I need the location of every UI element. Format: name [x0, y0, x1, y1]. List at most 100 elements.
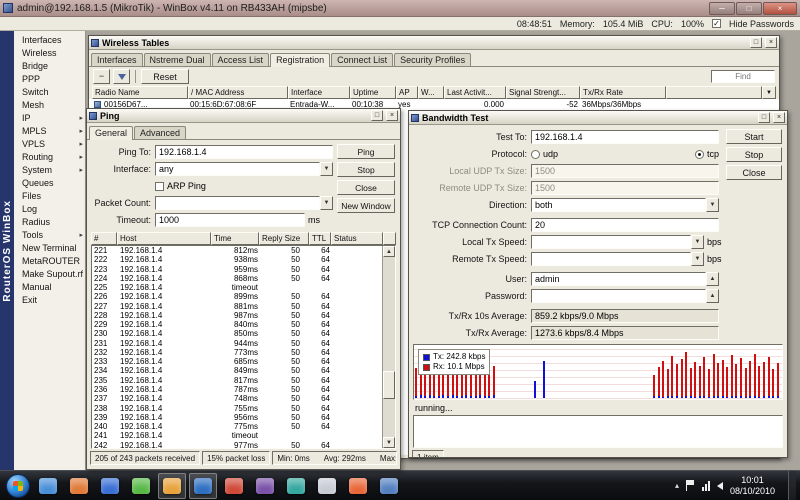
tab-general[interactable]: General — [89, 126, 133, 140]
taskbar-icon-5[interactable] — [158, 473, 186, 499]
ping-stop-button[interactable]: Stop — [337, 162, 395, 177]
taskbar-icon-2[interactable] — [65, 473, 93, 499]
column-host[interactable]: Host — [117, 232, 211, 245]
sidebar-item-routing[interactable]: Routing▸ — [14, 150, 85, 163]
minimize-button[interactable]: ─ — [709, 2, 735, 15]
sidebar-item-manual[interactable]: Manual — [14, 280, 85, 293]
sidebar-item-radius[interactable]: Radius — [14, 215, 85, 228]
ping-result-row[interactable]: 223192.168.1.4959ms5064 — [92, 265, 382, 274]
sidebar-item-mesh[interactable]: Mesh — [14, 98, 85, 111]
ping-result-row[interactable]: 224192.168.1.4868ms5064 — [92, 274, 382, 283]
ping-result-row[interactable]: 228192.168.1.4987ms5064 — [92, 311, 382, 320]
ping-result-row[interactable]: 234192.168.1.4849ms5064 — [92, 366, 382, 375]
test-to-input[interactable]: 192.168.1.4 — [531, 130, 719, 144]
tab-connect-list[interactable]: Connect List — [331, 53, 393, 66]
bandwidth-start-button[interactable]: Start — [726, 129, 782, 144]
sidebar-item-files[interactable]: Files — [14, 189, 85, 202]
sidebar-item-metarouter[interactable]: MetaROUTER — [14, 254, 85, 267]
column-radio-name[interactable]: Radio Name — [92, 86, 188, 99]
restore-icon[interactable]: □ — [371, 110, 383, 121]
ping-result-row[interactable]: 240192.168.1.4775ms5064 — [92, 422, 382, 431]
ping-result-row[interactable]: 242192.168.1.4977ms5064 — [92, 441, 382, 449]
sidebar-item-vpls[interactable]: VPLS▸ — [14, 137, 85, 150]
ping-to-input[interactable]: 192.168.1.4 — [155, 145, 333, 159]
ping-result-row[interactable]: 237192.168.1.4748ms5064 — [92, 394, 382, 403]
taskbar-icon-9[interactable] — [282, 473, 310, 499]
start-button[interactable] — [6, 474, 30, 498]
dropdown-icon[interactable]: ▼ — [691, 252, 704, 266]
ping-result-row[interactable]: 229192.168.1.4840ms5064 — [92, 320, 382, 329]
action-center-flag-icon[interactable] — [686, 480, 695, 491]
sidebar-item-exit[interactable]: Exit — [14, 293, 85, 306]
clear-icon[interactable]: ▲ — [706, 272, 719, 286]
taskbar-icon-4[interactable] — [127, 473, 155, 499]
bandwidth-close-button[interactable]: Close — [726, 165, 782, 180]
column-txrx-rate[interactable]: Tx/Rx Rate — [580, 86, 666, 99]
sidebar-item-queues[interactable]: Queues — [14, 176, 85, 189]
column-number[interactable]: # — [91, 232, 117, 245]
protocol-tcp-radio[interactable]: tcp — [695, 149, 719, 159]
tcp-count-input[interactable]: 20 — [531, 218, 719, 232]
dropdown-icon[interactable]: ▼ — [320, 196, 333, 210]
sidebar-item-interfaces[interactable]: Interfaces — [14, 33, 85, 46]
tab-advanced[interactable]: Advanced — [134, 126, 186, 139]
ping-result-row[interactable]: 226192.168.1.4899ms5064 — [92, 292, 382, 301]
reset-button[interactable]: Reset — [141, 69, 189, 84]
vertical-scrollbar[interactable]: ▲ ▼ — [382, 246, 395, 448]
sidebar-item-make-supout-rf[interactable]: Make Supout.rf — [14, 267, 85, 280]
scroll-up-icon[interactable]: ▲ — [383, 246, 395, 257]
ping-new-window-button[interactable]: New Window — [337, 198, 395, 213]
column-status[interactable]: Status — [331, 232, 383, 245]
user-input[interactable]: admin — [531, 272, 706, 286]
ping-result-row[interactable]: 239192.168.1.4956ms5064 — [92, 413, 382, 422]
ping-result-row[interactable]: 231192.168.1.4944ms5064 — [92, 339, 382, 348]
ping-result-row[interactable]: 232192.168.1.4773ms5064 — [92, 348, 382, 357]
ping-result-row[interactable]: 227192.168.1.4881ms5064 — [92, 302, 382, 311]
remote-tx-input[interactable] — [531, 252, 691, 266]
local-udp-input[interactable]: 1500 — [531, 164, 719, 178]
clear-icon[interactable]: ▲ — [706, 289, 719, 303]
restore-icon[interactable]: □ — [750, 37, 762, 48]
ping-result-row[interactable]: 230192.168.1.4850ms5064 — [92, 329, 382, 338]
packet-count-input[interactable] — [155, 196, 320, 210]
sidebar-item-ppp[interactable]: PPP — [14, 72, 85, 85]
ping-result-row[interactable]: 233192.168.1.4685ms5064 — [92, 357, 382, 366]
sidebar-item-system[interactable]: System▸ — [14, 163, 85, 176]
tab-interfaces[interactable]: Interfaces — [91, 53, 143, 66]
close-button[interactable]: × — [763, 2, 797, 15]
bandwidth-titlebar[interactable]: Bandwidth Test □ × — [409, 111, 787, 125]
ping-result-row[interactable]: 222192.168.1.4938ms5064 — [92, 255, 382, 264]
column-last-activity[interactable]: Last Activit... — [444, 86, 506, 99]
sidebar-item-switch[interactable]: Switch — [14, 85, 85, 98]
close-icon[interactable]: × — [765, 37, 777, 48]
column-interface[interactable]: Interface — [288, 86, 350, 99]
sidebar-item-tools[interactable]: Tools▸ — [14, 228, 85, 241]
sidebar-item-bridge[interactable]: Bridge — [14, 59, 85, 72]
remove-button[interactable]: − — [93, 69, 110, 84]
column-uptime[interactable]: Uptime — [350, 86, 396, 99]
ping-result-row[interactable]: 225192.168.1.4timeout — [92, 283, 382, 292]
ping-result-row[interactable]: 238192.168.1.4755ms5064 — [92, 404, 382, 413]
remote-udp-input[interactable]: 1500 — [531, 181, 719, 195]
volume-icon[interactable] — [717, 482, 723, 490]
scroll-down-icon[interactable]: ▼ — [383, 437, 395, 448]
dropdown-icon[interactable]: ▼ — [691, 235, 704, 249]
ping-result-row[interactable]: 241192.168.1.4timeout — [92, 431, 382, 440]
ping-result-row[interactable]: 235192.168.1.4817ms5064 — [92, 376, 382, 385]
close-icon[interactable]: × — [386, 110, 398, 121]
dropdown-icon[interactable]: ▼ — [320, 162, 333, 176]
column-signal-strength[interactable]: Signal Strengt... — [506, 86, 580, 99]
network-icon[interactable] — [702, 481, 710, 491]
wireless-titlebar[interactable]: Wireless Tables □ × — [89, 36, 779, 50]
sidebar-item-mpls[interactable]: MPLS▸ — [14, 124, 85, 137]
sidebar-item-log[interactable]: Log — [14, 202, 85, 215]
column-ttl[interactable]: TTL — [309, 232, 331, 245]
column-reply-size[interactable]: Reply Size — [259, 232, 309, 245]
arp-ping-checkbox[interactable] — [155, 182, 164, 191]
column-select-icon[interactable]: ▼ — [762, 86, 776, 99]
taskbar-icon-7[interactable] — [220, 473, 248, 499]
column-time[interactable]: Time — [211, 232, 259, 245]
tab-nstreme-dual[interactable]: Nstreme Dual — [144, 53, 211, 66]
local-tx-input[interactable] — [531, 235, 691, 249]
sidebar-item-ip[interactable]: IP▸ — [14, 111, 85, 124]
